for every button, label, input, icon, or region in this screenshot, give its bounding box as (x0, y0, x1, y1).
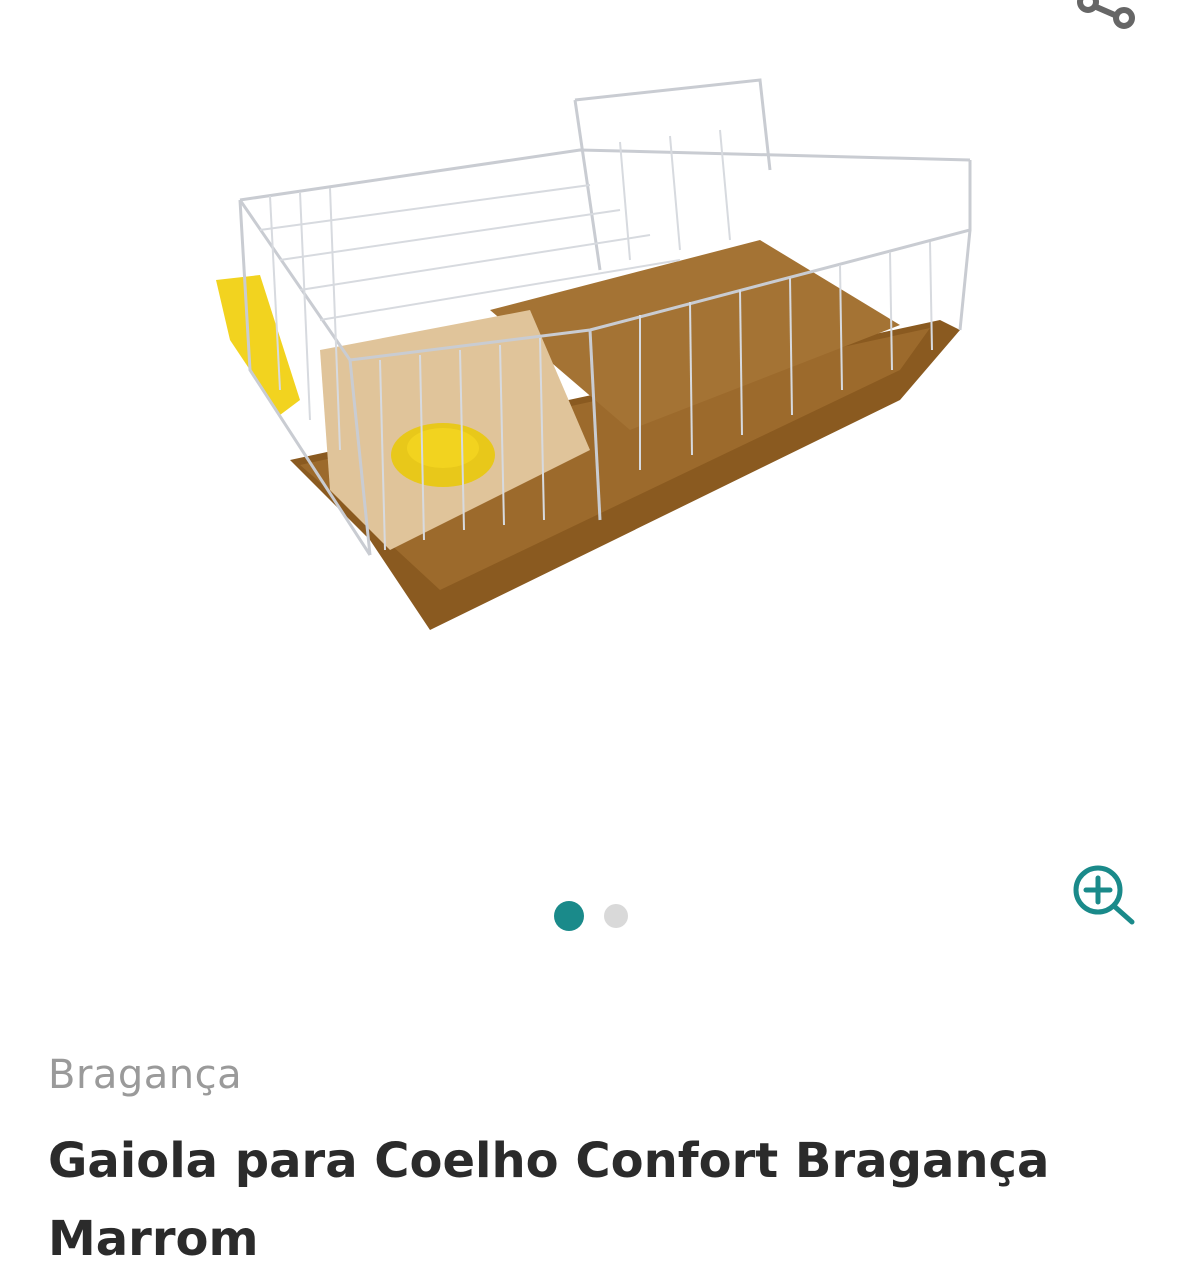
product-gallery[interactable] (0, 0, 1188, 960)
carousel-pagination (554, 900, 628, 932)
product-brand[interactable]: Bragança (48, 1052, 242, 1098)
zoom-in-icon (1073, 865, 1135, 925)
share-button[interactable] (1070, 0, 1140, 38)
carousel-dot-2[interactable] (604, 904, 628, 928)
product-title: Gaiola para Coelho Confort Bragança Marr… (48, 1133, 1050, 1267)
product-image[interactable] (200, 70, 990, 640)
share-icon (1077, 0, 1135, 29)
carousel-dot-1[interactable] (554, 901, 584, 931)
zoom-button[interactable] (1070, 862, 1140, 928)
